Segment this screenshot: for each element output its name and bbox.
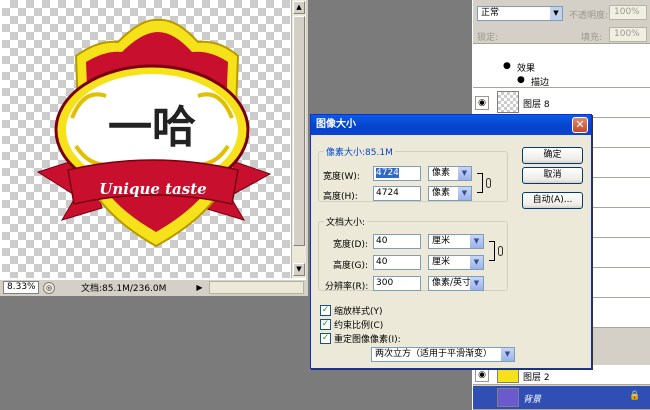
layer-effects-label: 效果 <box>517 64 536 74</box>
layer-thumbnail <box>497 388 519 407</box>
chevron-down-icon: ▼ <box>458 187 471 200</box>
resolution-unit-select[interactable]: 像素/英寸 ▼ <box>428 276 484 291</box>
pixel-height-label: 高度(H): <box>323 192 358 202</box>
logo-ribbon-text: Unique taste <box>99 180 206 198</box>
doc-width-unit: 厘米 <box>432 236 451 246</box>
layer-stroke-label: 描边 <box>531 78 550 88</box>
status-bar: 8.33% ◎ 文档:85.1M/236.0M ▶ <box>0 279 306 295</box>
horizontal-scrollbar[interactable] <box>208 281 304 294</box>
chevron-down-icon: ▼ <box>470 256 483 269</box>
status-arrow-icon[interactable]: ▶ <box>196 283 202 292</box>
doc-height-unit-select[interactable]: 厘米 ▼ <box>428 255 484 270</box>
resolution-input[interactable]: 300 <box>373 276 421 291</box>
document-window: 一哈 Unique taste ▲ ▼ 8.33% ◎ 文档:85.1M/236… <box>0 0 308 296</box>
effect-icon: ● <box>503 61 511 71</box>
close-icon[interactable]: ✕ <box>572 117 588 133</box>
blend-mode-value: 正常 <box>481 8 500 18</box>
checkmark-icon[interactable]: ✓ <box>320 333 331 344</box>
resample-option[interactable]: ✓ 重定图像像素(I): <box>320 332 401 345</box>
pixel-dimensions-legend: 像素大小:85.1M <box>326 148 393 158</box>
scale-styles-option[interactable]: ✓ 缩放样式(Y) <box>320 304 383 317</box>
pixel-height-input[interactable]: 4724 <box>373 186 421 201</box>
ok-button[interactable]: 确定 <box>522 147 583 164</box>
eye-icon[interactable]: ◉ <box>475 96 489 110</box>
constrain-bracket <box>489 241 495 261</box>
badge-logo-image: 一哈 Unique taste <box>36 18 272 248</box>
vertical-scrollbar[interactable]: ▲ ▼ <box>291 0 306 278</box>
doc-width-label: 宽度(D): <box>333 240 368 250</box>
chevron-down-icon: ▼ <box>550 7 562 20</box>
resolution-unit: 像素/英寸 <box>432 278 472 288</box>
doc-size-info: 文档:85.1M/236.0M <box>81 284 167 294</box>
fill-field[interactable]: 100% <box>609 27 647 42</box>
scroll-down-icon[interactable]: ▼ <box>293 263 305 276</box>
doc-width-unit-select[interactable]: 厘米 ▼ <box>428 234 484 249</box>
doc-height-label: 高度(G): <box>333 261 369 271</box>
layer-effect-row[interactable]: ● 效果 <box>473 60 650 74</box>
layer-name: 图层 8 <box>523 100 550 110</box>
layers-options: 正常 ▼ 不透明度: 100% 锁定: 填充: 100% <box>473 0 650 44</box>
chevron-down-icon: ▼ <box>458 167 471 180</box>
constrain-proportions-label: 约束比例(C) <box>334 321 384 331</box>
chevron-down-icon: ▼ <box>470 277 483 290</box>
logo-glyph: 一哈 <box>108 102 196 153</box>
zoom-field[interactable]: 8.33% <box>3 281 39 294</box>
chain-link-icon <box>486 178 491 188</box>
resolution-label: 分辨率(R): <box>325 282 369 292</box>
layer-row-background[interactable]: 背景 🔒 <box>473 386 650 410</box>
constrain-proportions-option[interactable]: ✓ 约束比例(C) <box>320 318 383 331</box>
doc-height-unit: 厘米 <box>432 257 451 267</box>
scroll-thumb[interactable] <box>293 16 305 246</box>
pixel-width-label: 宽度(W): <box>323 172 360 182</box>
blend-mode-select[interactable]: 正常 ▼ <box>477 6 563 21</box>
checkmark-icon[interactable]: ✓ <box>320 305 331 316</box>
scroll-up-icon[interactable]: ▲ <box>293 1 305 14</box>
scale-styles-label: 缩放样式(Y) <box>334 307 383 317</box>
layer-effect-row[interactable]: ● 描边 <box>473 74 650 88</box>
constrain-bracket <box>477 173 483 193</box>
layer-thumbnail <box>497 91 519 113</box>
resample-method-select[interactable]: 两次立方（适用于平滑渐变） ▼ <box>371 347 515 362</box>
pixel-width-input[interactable]: 4724 <box>373 166 421 181</box>
layer-name: 背景 <box>523 395 542 405</box>
doc-height-input[interactable]: 40 <box>373 255 421 270</box>
chevron-down-icon: ▼ <box>470 235 483 248</box>
canvas[interactable]: 一哈 Unique taste <box>2 0 290 278</box>
doc-width-input[interactable]: 40 <box>373 234 421 249</box>
opacity-label: 不透明度: <box>569 11 609 21</box>
resample-label: 重定图像像素(I): <box>334 335 401 345</box>
eye-icon[interactable]: ◉ <box>475 368 489 382</box>
lock-icon: 🔒 <box>629 391 641 401</box>
status-menu-icon[interactable]: ◎ <box>43 281 55 294</box>
pixel-height-unit: 像素 <box>432 188 451 198</box>
cancel-button[interactable]: 取消 <box>522 167 583 184</box>
pixel-width-unit: 像素 <box>432 168 451 178</box>
lock-label: 锁定: <box>477 33 499 43</box>
chain-link-icon <box>498 246 503 256</box>
resample-method-value: 两次立方（适用于平滑渐变） <box>375 349 493 359</box>
image-size-dialog: 图像大小 ✕ 像素大小:85.1M 宽度(W): 4724 像素 ▼ 高度(H)… <box>310 114 592 369</box>
layer-name: 图层 2 <box>523 373 550 383</box>
effect-icon: ● <box>517 75 525 85</box>
chevron-down-icon: ▼ <box>501 348 514 361</box>
dialog-titlebar[interactable]: 图像大小 ✕ <box>311 115 591 135</box>
pixel-height-unit-select[interactable]: 像素 ▼ <box>428 186 472 201</box>
fill-label: 填充: <box>581 33 603 43</box>
auto-button[interactable]: 自动(A)... <box>522 192 583 209</box>
document-size-legend: 文档大小: <box>326 218 366 228</box>
dialog-title: 图像大小 <box>316 119 356 130</box>
checkmark-icon[interactable]: ✓ <box>320 319 331 330</box>
layer-row[interactable] <box>473 44 650 60</box>
pixel-width-unit-select[interactable]: 像素 ▼ <box>428 166 472 181</box>
opacity-field[interactable]: 100% <box>609 5 647 20</box>
